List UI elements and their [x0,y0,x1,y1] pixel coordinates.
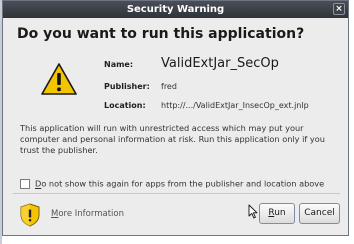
shield-warning-icon [20,203,40,227]
dialog-heading: Do you want to run this application? [17,26,305,42]
security-warning-dialog: Security Warning × Do you want to run th… [2,0,349,236]
do-not-show-again-label[interactable]: Do not show this again for apps from the… [35,179,324,189]
publisher-label: Publisher: [104,82,150,91]
risk-message: This application will run with unrestric… [20,123,325,155]
warning-triangle-icon [41,63,77,95]
cancel-button[interactable]: Cancel [299,203,340,224]
location-label: Location: [104,101,146,110]
application-name: ValidExtJar_SecOp [161,56,279,71]
window-title: Security Warning [126,4,225,15]
do-not-show-again-row[interactable]: Do not show this again for apps from the… [20,173,324,192]
mouse-pointer-icon [248,204,258,219]
close-icon[interactable]: × [333,3,345,15]
name-label: Name: [104,60,134,69]
publisher-value: fred [161,82,177,91]
run-button[interactable]: Run [259,203,295,224]
more-information-link[interactable]: More Information [51,209,124,219]
divider [13,193,340,194]
do-not-show-again-checkbox[interactable] [20,178,30,189]
location-value: http://.../ValidExtJar_InsecOp_ext.jnlp [161,101,309,110]
title-bar[interactable]: Security Warning × [3,1,348,18]
